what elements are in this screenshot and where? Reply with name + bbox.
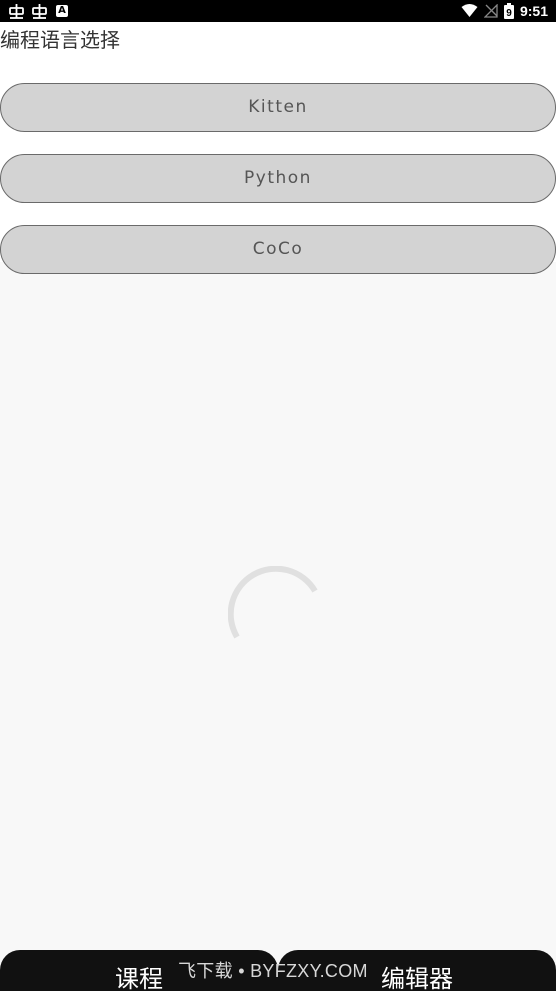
status-left-icons: A — [8, 3, 68, 19]
battery-level: 9 — [506, 8, 512, 19]
loading-spinner-icon — [228, 566, 318, 639]
kitten-button[interactable]: Kitten — [0, 83, 556, 132]
status-right-icons: 9 9:51 — [461, 2, 548, 20]
no-signal-icon — [483, 4, 498, 18]
page-title: 编程语言选择 — [0, 28, 120, 52]
coco-button[interactable]: CoCo — [0, 225, 556, 274]
wifi-icon — [461, 4, 478, 17]
status-bar: A 9 9:51 — [0, 0, 556, 22]
a-icon: A — [56, 5, 68, 17]
bug-icon — [9, 4, 24, 19]
python-button[interactable]: Python — [0, 154, 556, 203]
watermark: 飞下载 • BYFZXY.COM — [178, 961, 368, 981]
status-time: 9:51 — [519, 3, 548, 19]
bug-icon — [32, 4, 47, 19]
battery-icon: 9 — [503, 3, 514, 19]
